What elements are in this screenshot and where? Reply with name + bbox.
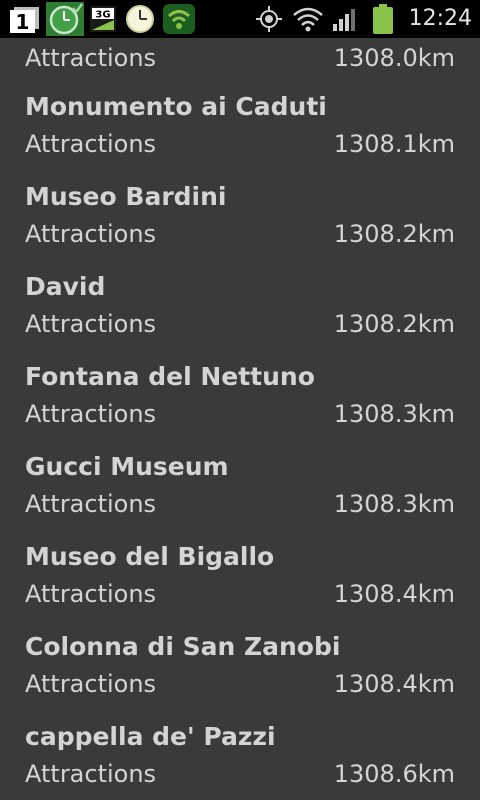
list-item-name: cappella de' Pazzi — [25, 722, 276, 751]
list-item-distance: 1308.6km — [333, 760, 455, 788]
battery-icon — [372, 4, 394, 34]
notification-count-icon: 1 — [10, 7, 40, 34]
clock-icon — [124, 4, 156, 34]
list-item-distance: 1308.2km — [333, 220, 455, 248]
notification-count-text: 1 — [16, 10, 30, 33]
list-item[interactable]: Attractions 1308.0km — [0, 38, 480, 82]
list-item[interactable]: cappella de' Pazzi Attractions 1308.6km — [0, 712, 480, 800]
list-item-distance: 1308.3km — [333, 490, 455, 518]
list-item-distance: 1308.1km — [333, 130, 455, 158]
list-item-category: Attractions — [25, 220, 157, 248]
gps-icon — [256, 6, 282, 32]
list-item[interactable]: Gucci Museum Attractions 1308.3km — [0, 442, 480, 532]
list-item[interactable]: Fontana del Nettuno Attractions 1308.3km — [0, 352, 480, 442]
list-item-category: Attractions — [25, 310, 157, 338]
list-item[interactable]: Museo del Bigallo Attractions 1308.4km — [0, 532, 480, 622]
signal-icon — [333, 7, 359, 31]
list-item[interactable]: David Attractions 1308.2km — [0, 262, 480, 352]
list-item-distance: 1308.3km — [333, 400, 455, 428]
list-item-category: Attractions — [25, 760, 157, 788]
list-item[interactable]: Monumento ai Caduti Attractions 1308.1km — [0, 82, 480, 172]
list-item[interactable]: Museo Bardini Attractions 1308.2km — [0, 172, 480, 262]
list-item-category: Attractions — [25, 490, 157, 518]
list-item-category: Attractions — [25, 400, 157, 428]
list-item-name: Monumento ai Caduti — [25, 92, 327, 121]
shield-wifi-icon — [163, 4, 195, 34]
list-item-distance: 1308.4km — [333, 580, 455, 608]
list-item-distance: 1308.0km — [333, 44, 455, 72]
list-item-category: Attractions — [25, 130, 157, 158]
3g-data-icon: 3G — [90, 6, 116, 32]
list-item-name: Museo Bardini — [25, 182, 227, 211]
list-item-category: Attractions — [25, 44, 157, 72]
list-item-name: Fontana del Nettuno — [25, 362, 315, 391]
status-time: 12:24 — [408, 6, 472, 31]
list-item-name: David — [25, 272, 106, 301]
clock-app-icon — [46, 2, 84, 36]
list-item-category: Attractions — [25, 670, 157, 698]
list-item-category: Attractions — [25, 580, 157, 608]
status-bar: 1 3G 12:24 — [0, 0, 480, 38]
list-item-name: Colonna di San Zanobi — [25, 632, 341, 661]
network-type-text: 3G — [95, 10, 110, 21]
wifi-icon — [293, 6, 323, 32]
list-item[interactable]: Colonna di San Zanobi Attractions 1308.4… — [0, 622, 480, 712]
list-item-distance: 1308.4km — [333, 670, 455, 698]
list-item-name: Gucci Museum — [25, 452, 229, 481]
attractions-list[interactable]: Attractions 1308.0km Monumento ai Caduti… — [0, 38, 480, 800]
list-item-distance: 1308.2km — [333, 310, 455, 338]
list-item-name: Museo del Bigallo — [25, 542, 275, 571]
